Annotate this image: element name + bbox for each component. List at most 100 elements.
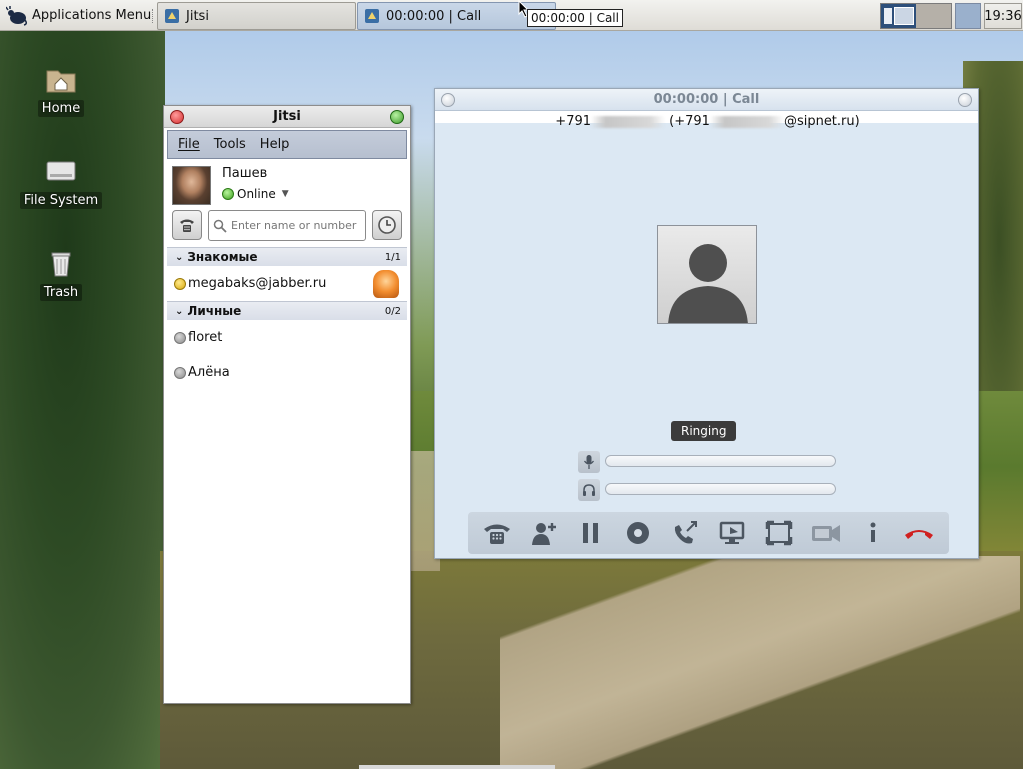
search-icon [213, 219, 227, 233]
jitsi-titlebar[interactable]: Jitsi [164, 106, 410, 128]
workspace-2[interactable] [916, 4, 951, 28]
video-icon [811, 525, 840, 542]
away-status-icon [174, 277, 186, 290]
trash-icon [51, 252, 71, 277]
desktop-share-button[interactable] [714, 516, 750, 550]
group-name: Знакомые [187, 250, 258, 264]
wallpaper-trees-left [0, 31, 165, 769]
top-panel: Applications Menu Jitsi 00:00:00 | Call … [0, 0, 1023, 31]
record-button[interactable] [620, 516, 656, 550]
jitsi-app-icon [165, 9, 179, 23]
call-titlebar[interactable]: 00:00:00 | Call [435, 89, 978, 111]
desktop-share-icon [719, 521, 745, 544]
chevron-down-icon: ▼ [281, 189, 289, 199]
callee-photo [657, 225, 757, 324]
speaker-level-meter [605, 483, 836, 495]
callee-sip-domain: @sipnet.ru) [783, 114, 860, 129]
menu-tools[interactable]: Tools [214, 137, 246, 152]
search-input[interactable] [231, 219, 359, 232]
dialpad-button[interactable] [479, 516, 515, 550]
dialpad-button[interactable] [172, 210, 202, 240]
transfer-icon [674, 521, 697, 544]
hangup-button[interactable] [901, 516, 937, 550]
panel-separator [152, 9, 154, 23]
history-button[interactable] [372, 210, 402, 240]
workspace-1[interactable] [881, 4, 916, 28]
call-toolbar [468, 512, 949, 554]
fullscreen-button[interactable] [761, 516, 797, 550]
add-participant-icon [532, 523, 557, 545]
contact-group[interactable]: ⌄ Личные 0/2 [167, 301, 407, 320]
callee-address: +791 (+791 @sipnet.ru) [435, 114, 980, 129]
transfer-button[interactable] [667, 516, 703, 550]
maximize-button[interactable] [390, 110, 404, 124]
account-panel: Пашев Online ▼ [164, 161, 410, 207]
hold-icon [583, 523, 599, 543]
status-label: Online [237, 187, 276, 201]
clock-icon [378, 216, 396, 234]
drive-icon [46, 161, 76, 181]
taskbar-item-jitsi[interactable]: Jitsi [157, 2, 356, 30]
dialpad-icon [484, 524, 511, 544]
contact-item[interactable]: megabaks@jabber.ru [167, 266, 407, 301]
close-button[interactable] [441, 93, 455, 107]
group-header: ⌄ Личные [175, 304, 241, 318]
hold-button[interactable] [573, 516, 609, 550]
call-window: 00:00:00 | Call +791 (+791 @sipnet.ru) Ri… [434, 88, 979, 559]
jitsi-main-window: Jitsi File Tools Help Пашев Online ▼ Ent… [163, 105, 411, 704]
search-row [164, 207, 410, 247]
status-selector[interactable]: Online ▼ [222, 187, 289, 201]
desktop-icon-label: Home [37, 100, 85, 117]
group-count: 0/2 [384, 305, 401, 317]
desktop-edge [359, 765, 555, 769]
avatar[interactable] [172, 166, 211, 205]
contact-name: floret [188, 330, 223, 345]
menu-help[interactable]: Help [260, 137, 290, 152]
desktop-icon-home[interactable]: Home [16, 62, 106, 117]
applications-menu-label: Applications Menu [32, 8, 152, 23]
home-folder-icon [46, 70, 76, 93]
xfce-mouse-icon [6, 5, 28, 26]
chevron-down-icon: ⌄ [175, 251, 184, 263]
contact-avatar [373, 270, 399, 298]
menu-file[interactable]: File [178, 137, 200, 152]
fullscreen-icon [765, 520, 793, 546]
jitsi-tray-icon[interactable] [955, 3, 981, 29]
maximize-button[interactable] [958, 93, 972, 107]
redacted-digits [591, 115, 666, 128]
group-count: 1/1 [384, 251, 401, 263]
window-title: Jitsi [273, 109, 301, 124]
hangup-icon [905, 530, 934, 539]
applications-menu-button[interactable]: Applications Menu [2, 3, 155, 28]
close-button[interactable] [170, 110, 184, 124]
online-status-icon [222, 188, 234, 200]
desktop-icon-file-system[interactable]: File System [16, 154, 106, 209]
desktop-icon-label: Trash [39, 284, 83, 301]
wallpaper-road [500, 556, 1020, 769]
redacted-digits [709, 115, 784, 128]
callee-number: +791 [555, 114, 592, 129]
window-title: 00:00:00 | Call [653, 92, 760, 107]
contact-item[interactable]: floret [167, 320, 407, 355]
speaker-button[interactable] [578, 479, 600, 501]
default-person-icon [668, 244, 748, 323]
clock[interactable]: 19:36 [984, 3, 1022, 29]
contact-item[interactable]: Алёна [167, 355, 407, 390]
desktop-icon-trash[interactable]: Trash [16, 246, 106, 301]
video-button[interactable] [808, 516, 844, 550]
contact-name: megabaks@jabber.ru [188, 276, 327, 291]
info-button[interactable] [855, 516, 891, 550]
offline-status-icon [174, 331, 186, 344]
contact-group[interactable]: ⌄ Знакомые 1/1 [167, 247, 407, 266]
microphone-level-meter [605, 455, 836, 467]
record-icon [627, 522, 650, 544]
workspace-switcher[interactable] [880, 3, 952, 29]
group-header: ⌄ Знакомые [175, 250, 258, 264]
taskbar-item-label: Jitsi [186, 8, 209, 24]
contact-name: Алёна [188, 365, 230, 380]
add-participant-button[interactable] [526, 516, 562, 550]
phone-dialpad-icon [180, 219, 194, 232]
taskbar-item-label: 00:00:00 | Call [386, 8, 482, 24]
search-field[interactable] [208, 210, 366, 241]
microphone-button[interactable] [578, 451, 600, 473]
